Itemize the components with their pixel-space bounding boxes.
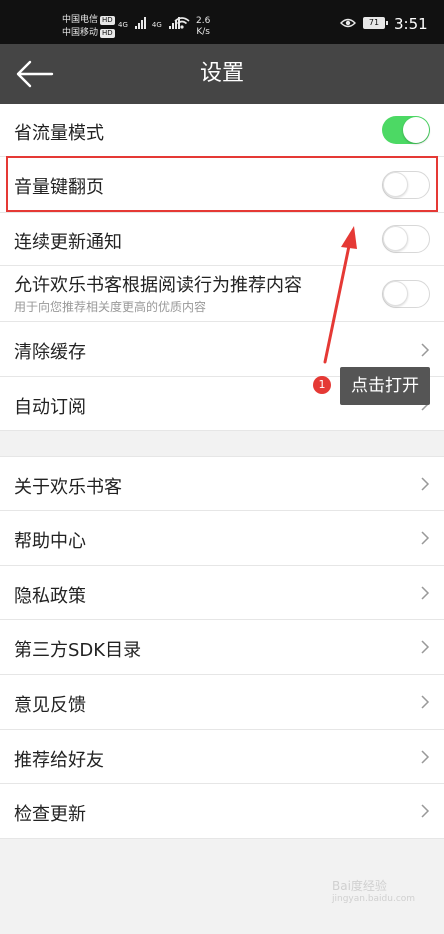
watermark-brand: Bai度经验 — [332, 879, 387, 893]
recommend-toggle[interactable] — [382, 280, 430, 308]
wifi-icon — [174, 17, 190, 29]
chevron-right-icon — [421, 531, 430, 545]
chevron-right-icon — [421, 586, 430, 600]
link-recommend-friend[interactable]: 推荐给好友 — [0, 730, 444, 784]
clock: 3:51 — [394, 15, 428, 33]
status-bar: 中国电信 HD 中国移动 HD 4G 4G 2.6 K/s 71 3:51 — [0, 0, 444, 44]
link-help[interactable]: 帮助中心 — [0, 511, 444, 566]
setting-label: 连续更新通知 — [14, 232, 122, 253]
network-type: 4G — [151, 21, 162, 29]
serial-update-notify-toggle[interactable] — [382, 225, 430, 253]
speed-unit: K/s — [196, 27, 210, 37]
setting-label: 清除缓存 — [14, 342, 86, 363]
setting-label: 允许欢乐书客根据阅读行为推荐内容 — [14, 275, 302, 296]
page-title: 设置 — [199, 61, 244, 86]
speed-value: 2.6 — [196, 16, 211, 26]
link-label: 推荐给好友 — [14, 750, 104, 771]
carrier-1: 中国电信 — [62, 15, 99, 25]
link-label: 隐私政策 — [14, 586, 86, 607]
battery-icon: 71 — [363, 17, 388, 29]
setting-recommend[interactable]: 允许欢乐书客根据阅读行为推荐内容 用于向您推荐相关度更高的优质内容 — [0, 266, 444, 322]
chevron-right-icon — [421, 804, 430, 818]
eye-comfort-icon — [340, 18, 356, 28]
chevron-right-icon — [421, 343, 430, 357]
chevron-right-icon — [421, 477, 430, 491]
signal-icon: 4G 4G — [118, 17, 180, 29]
chevron-right-icon — [421, 640, 430, 654]
watermark-url: jingyan.baidu.com — [332, 894, 416, 904]
highlight-box — [6, 156, 438, 212]
setting-data-saver[interactable]: 省流量模式 — [0, 104, 444, 157]
link-label: 意见反馈 — [14, 695, 86, 716]
network-speed: 2.6 K/s — [196, 16, 210, 38]
link-privacy[interactable]: 隐私政策 — [0, 566, 444, 620]
data-saver-toggle[interactable] — [382, 116, 430, 144]
link-label: 检查更新 — [14, 804, 86, 825]
link-feedback[interactable]: 意见反馈 — [0, 675, 444, 730]
network-type: 4G — [118, 21, 128, 29]
link-sdk[interactable]: 第三方SDK目录 — [0, 620, 444, 675]
hd-badge: HD — [100, 29, 115, 38]
link-label: 帮助中心 — [14, 531, 86, 552]
toggle-knob — [383, 226, 408, 251]
setting-label: 自动订阅 — [14, 397, 86, 418]
link-about[interactable]: 关于欢乐书客 — [0, 456, 444, 511]
hd-badge: HD — [100, 16, 115, 25]
chevron-right-icon — [421, 750, 430, 764]
step-badge: 1 — [313, 376, 331, 394]
setting-serial-update-notify[interactable]: 连续更新通知 — [0, 213, 444, 266]
setting-label: 省流量模式 — [14, 123, 104, 144]
title-bar: 设置 — [0, 44, 444, 104]
chevron-right-icon — [421, 695, 430, 709]
link-label: 第三方SDK目录 — [14, 640, 142, 661]
setting-description: 用于向您推荐相关度更高的优质内容 — [14, 300, 207, 314]
toggle-knob — [403, 117, 429, 143]
watermark: Bai度经验 jingyan.baidu.com — [332, 880, 415, 906]
link-check-update[interactable]: 检查更新 — [0, 784, 444, 839]
toggle-knob — [383, 281, 408, 306]
link-label: 关于欢乐书客 — [14, 477, 122, 498]
tip-label: 点击打开 — [340, 367, 430, 405]
carrier-2: 中国移动 — [62, 28, 99, 38]
carrier-info: 中国电信 HD 中国移动 HD — [62, 14, 115, 40]
